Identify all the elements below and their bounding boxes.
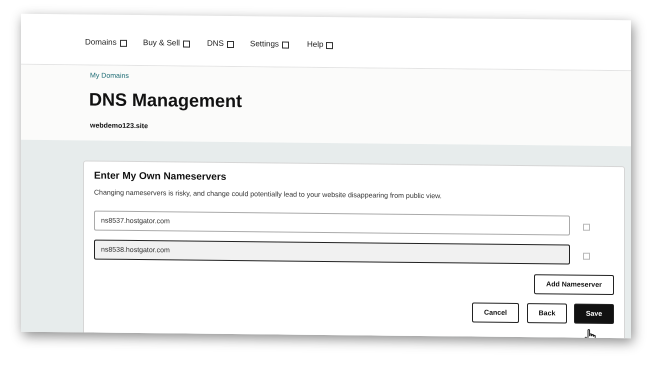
domain-name: webdemo123.site bbox=[90, 122, 148, 131]
nameserver-input-2[interactable] bbox=[94, 239, 570, 265]
page-title: DNS Management bbox=[89, 89, 243, 112]
nav-dns-label: DNS bbox=[207, 38, 224, 48]
top-navigation: Domains Buy & Sell DNS Settings Help bbox=[21, 23, 631, 72]
nav-settings-label: Settings bbox=[250, 38, 279, 49]
page-header: My Domains DNS Management webdemo123.sit… bbox=[21, 64, 631, 147]
nav-buy-sell[interactable]: Buy & Sell bbox=[143, 37, 190, 48]
nav-help[interactable]: Help bbox=[307, 39, 334, 50]
nav-domains-label: Domains bbox=[85, 36, 117, 47]
save-button[interactable]: Save bbox=[574, 303, 614, 325]
back-button[interactable]: Back bbox=[527, 303, 567, 324]
breadcrumb-my-domains[interactable]: My Domains bbox=[90, 73, 129, 80]
nav-domains[interactable]: Domains bbox=[85, 36, 127, 47]
nameserver-input-1[interactable] bbox=[94, 210, 570, 236]
nameservers-card: Enter My Own Nameservers Changing namese… bbox=[83, 160, 625, 339]
nav-buy-sell-label: Buy & Sell bbox=[143, 37, 180, 47]
chevron-down-icon bbox=[182, 40, 190, 48]
add-nameserver-button[interactable]: Add Nameserver bbox=[534, 274, 614, 296]
browser-window: Domains Buy & Sell DNS Settings Help My … bbox=[21, 13, 631, 339]
chevron-down-icon bbox=[326, 42, 334, 50]
chevron-down-icon bbox=[281, 41, 289, 49]
remove-icon[interactable] bbox=[583, 252, 590, 260]
hand-pointer-icon bbox=[584, 329, 596, 339]
remove-icon[interactable] bbox=[583, 223, 590, 231]
chevron-down-icon bbox=[226, 40, 234, 49]
nav-settings[interactable]: Settings bbox=[250, 38, 289, 49]
nav-help-label: Help bbox=[307, 39, 324, 49]
card-title: Enter My Own Nameservers bbox=[94, 170, 227, 183]
warning-description: Changing nameservers is risky, and chang… bbox=[94, 189, 442, 201]
chevron-down-icon bbox=[119, 39, 127, 47]
nav-dns[interactable]: DNS bbox=[207, 38, 234, 49]
cancel-button[interactable]: Cancel bbox=[472, 302, 519, 324]
